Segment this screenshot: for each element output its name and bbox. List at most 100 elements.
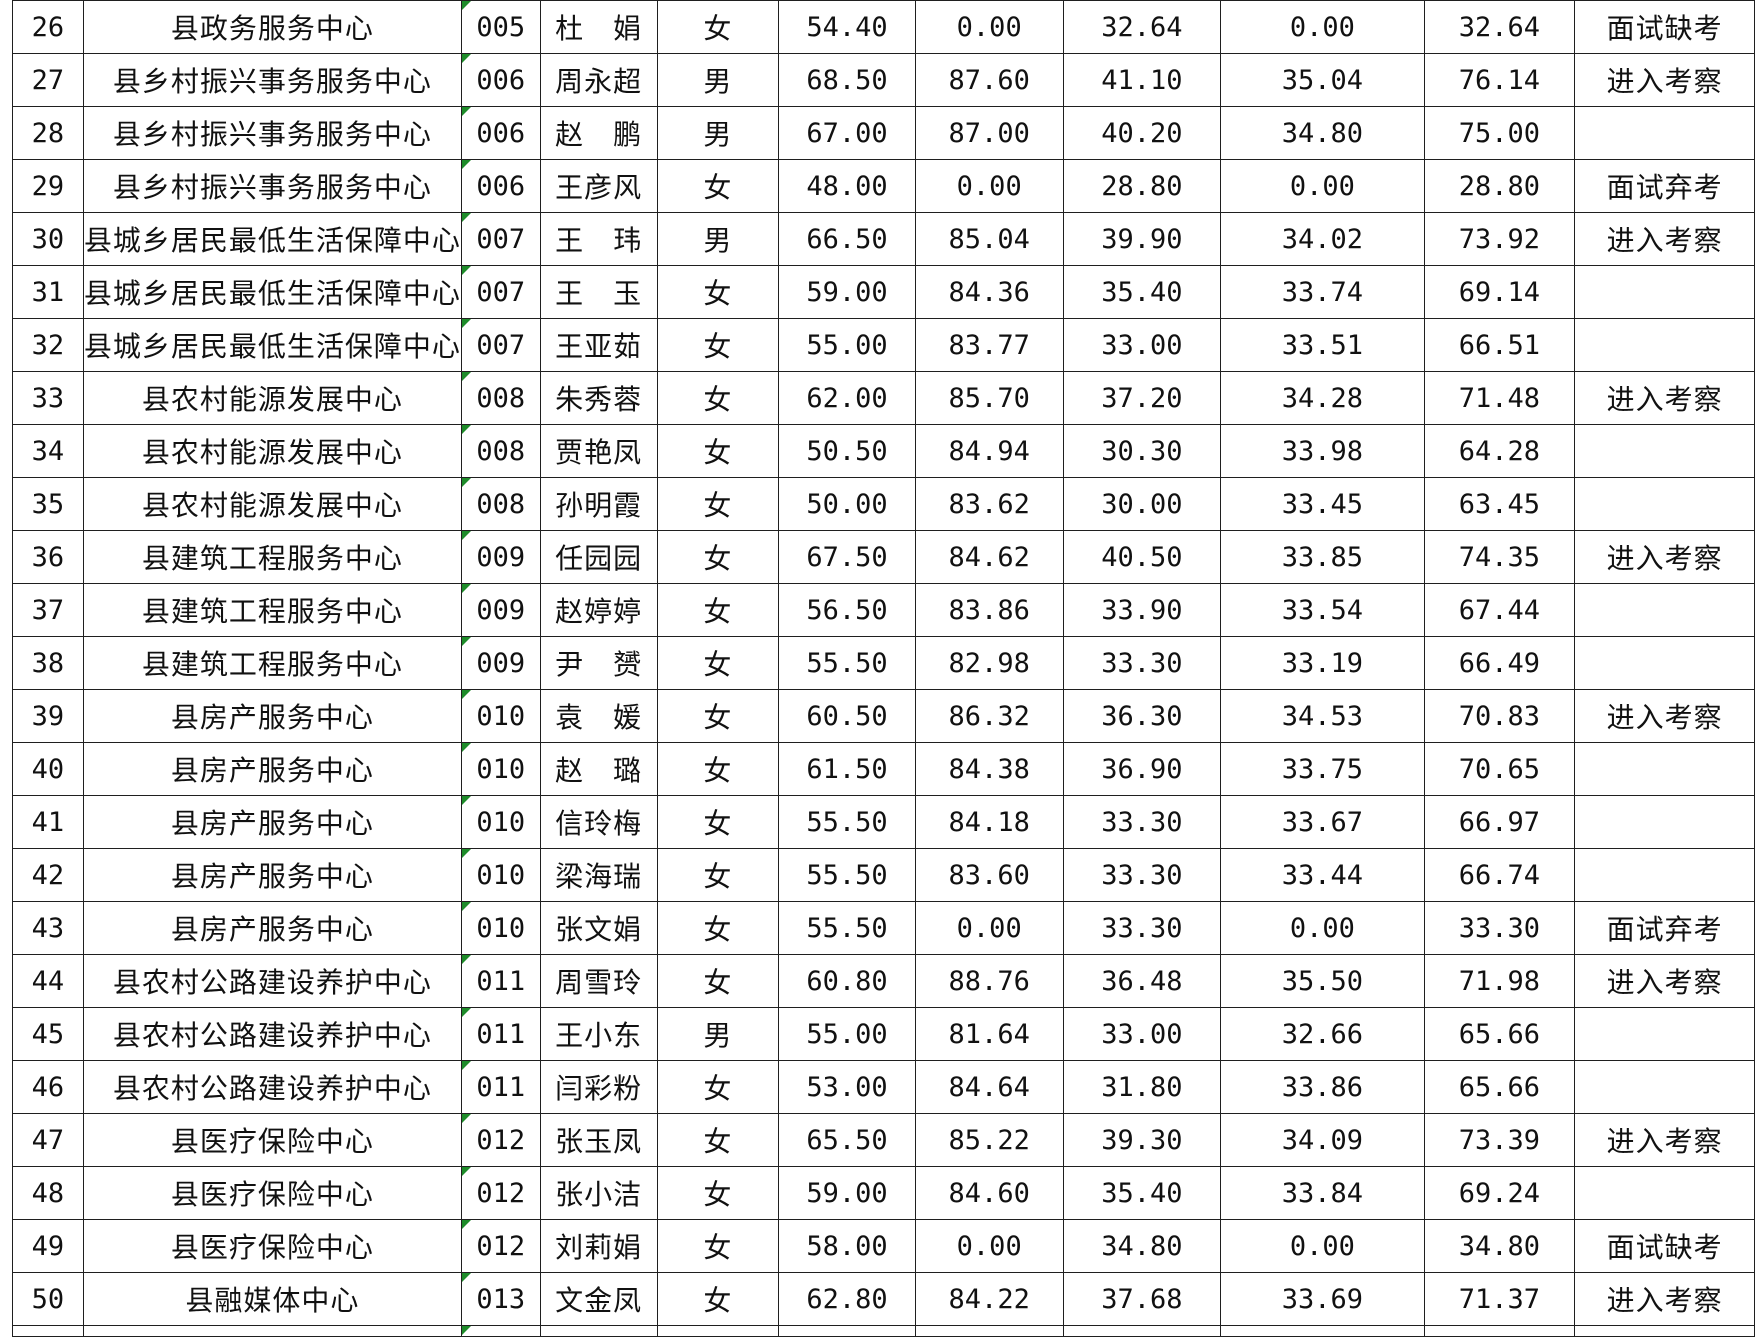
written-weighted-cell[interactable]: 39.30: [1062, 1113, 1222, 1167]
name-cell[interactable]: 任园园: [539, 530, 658, 584]
department-cell[interactable]: 县医疗保险中心: [82, 1166, 462, 1220]
interview-weighted-cell[interactable]: 0.00: [1220, 1219, 1425, 1273]
empty-cell[interactable]: [12, 1325, 84, 1337]
gender-cell[interactable]: 女: [656, 1166, 780, 1220]
row-number-cell[interactable]: 49: [12, 1219, 84, 1273]
row-number-cell[interactable]: 42: [12, 848, 84, 902]
interview-weighted-cell[interactable]: 35.04: [1220, 53, 1425, 107]
name-cell[interactable]: 赵 鹏: [539, 106, 658, 160]
interview-score-cell[interactable]: 84.18: [914, 795, 1064, 849]
interview-weighted-cell[interactable]: 33.51: [1220, 318, 1425, 372]
department-cell[interactable]: 县乡村振兴事务服务中心: [82, 106, 462, 160]
name-cell[interactable]: 信玲梅: [539, 795, 658, 849]
written-weighted-cell[interactable]: 30.30: [1062, 424, 1222, 478]
interview-weighted-cell[interactable]: 33.67: [1220, 795, 1425, 849]
written-weighted-cell[interactable]: 36.90: [1062, 742, 1222, 796]
row-number-cell[interactable]: 45: [12, 1007, 84, 1061]
position-code-cell[interactable]: 011: [460, 954, 541, 1008]
position-code-cell[interactable]: 013: [460, 1272, 541, 1326]
written-weighted-cell[interactable]: 36.48: [1062, 954, 1222, 1008]
remark-cell[interactable]: 面试弃考: [1574, 159, 1755, 213]
position-code-cell[interactable]: 006: [460, 106, 541, 160]
interview-score-cell[interactable]: 85.04: [914, 212, 1064, 266]
total-score-cell[interactable]: 73.39: [1423, 1113, 1576, 1167]
written-weighted-cell[interactable]: 37.20: [1062, 371, 1222, 425]
department-cell[interactable]: 县建筑工程服务中心: [82, 636, 462, 690]
position-code-cell[interactable]: 009: [460, 530, 541, 584]
remark-cell[interactable]: 进入考察: [1574, 1113, 1755, 1167]
interview-weighted-cell[interactable]: 34.80: [1220, 106, 1425, 160]
interview-score-cell[interactable]: 84.94: [914, 424, 1064, 478]
name-cell[interactable]: 王小东: [539, 1007, 658, 1061]
department-cell[interactable]: 县城乡居民最低生活保障中心: [82, 212, 462, 266]
gender-cell[interactable]: 女: [656, 1219, 780, 1273]
gender-cell[interactable]: 女: [656, 477, 780, 531]
empty-cell[interactable]: [539, 1325, 658, 1337]
remark-cell[interactable]: 面试缺考: [1574, 1219, 1755, 1273]
total-score-cell[interactable]: 70.65: [1423, 742, 1576, 796]
gender-cell[interactable]: 女: [656, 795, 780, 849]
total-score-cell[interactable]: 65.66: [1423, 1060, 1576, 1114]
written-weighted-cell[interactable]: 32.64: [1062, 0, 1222, 54]
department-cell[interactable]: 县农村能源发展中心: [82, 477, 462, 531]
row-number-cell[interactable]: 32: [12, 318, 84, 372]
position-code-cell[interactable]: 010: [460, 689, 541, 743]
gender-cell[interactable]: 女: [656, 318, 780, 372]
name-cell[interactable]: 王 玉: [539, 265, 658, 319]
name-cell[interactable]: 王彦风: [539, 159, 658, 213]
department-cell[interactable]: 县农村能源发展中心: [82, 371, 462, 425]
gender-cell[interactable]: 男: [656, 53, 780, 107]
department-cell[interactable]: 县房产服务中心: [82, 742, 462, 796]
written-score-cell[interactable]: 55.50: [778, 901, 916, 955]
interview-score-cell[interactable]: 83.86: [914, 583, 1064, 637]
interview-score-cell[interactable]: 84.64: [914, 1060, 1064, 1114]
gender-cell[interactable]: 女: [656, 742, 780, 796]
remark-cell[interactable]: [1574, 795, 1755, 849]
position-code-cell[interactable]: 006: [460, 53, 541, 107]
row-number-cell[interactable]: 39: [12, 689, 84, 743]
written-score-cell[interactable]: 55.50: [778, 848, 916, 902]
total-score-cell[interactable]: 63.45: [1423, 477, 1576, 531]
interview-weighted-cell[interactable]: 33.84: [1220, 1166, 1425, 1220]
department-cell[interactable]: 县融媒体中心: [82, 1272, 462, 1326]
interview-score-cell[interactable]: 85.22: [914, 1113, 1064, 1167]
total-score-cell[interactable]: 69.24: [1423, 1166, 1576, 1220]
interview-weighted-cell[interactable]: 0.00: [1220, 901, 1425, 955]
written-weighted-cell[interactable]: 37.68: [1062, 1272, 1222, 1326]
position-code-cell[interactable]: 012: [460, 1219, 541, 1273]
written-score-cell[interactable]: 65.50: [778, 1113, 916, 1167]
total-score-cell[interactable]: 70.83: [1423, 689, 1576, 743]
total-score-cell[interactable]: 32.64: [1423, 0, 1576, 54]
remark-cell[interactable]: [1574, 583, 1755, 637]
interview-weighted-cell[interactable]: 33.98: [1220, 424, 1425, 478]
gender-cell[interactable]: 男: [656, 212, 780, 266]
gender-cell[interactable]: 女: [656, 636, 780, 690]
row-number-cell[interactable]: 28: [12, 106, 84, 160]
department-cell[interactable]: 县农村公路建设养护中心: [82, 1060, 462, 1114]
department-cell[interactable]: 县政务服务中心: [82, 0, 462, 54]
row-number-cell[interactable]: 36: [12, 530, 84, 584]
position-code-cell[interactable]: 011: [460, 1007, 541, 1061]
row-number-cell[interactable]: 37: [12, 583, 84, 637]
written-weighted-cell[interactable]: 33.30: [1062, 848, 1222, 902]
department-cell[interactable]: 县房产服务中心: [82, 689, 462, 743]
remark-cell[interactable]: 进入考察: [1574, 1272, 1755, 1326]
empty-cell[interactable]: [778, 1325, 916, 1337]
interview-weighted-cell[interactable]: 33.69: [1220, 1272, 1425, 1326]
position-code-cell[interactable]: 010: [460, 901, 541, 955]
department-cell[interactable]: 县乡村振兴事务服务中心: [82, 159, 462, 213]
written-score-cell[interactable]: 53.00: [778, 1060, 916, 1114]
total-score-cell[interactable]: 75.00: [1423, 106, 1576, 160]
remark-cell[interactable]: [1574, 106, 1755, 160]
written-weighted-cell[interactable]: 33.30: [1062, 636, 1222, 690]
name-cell[interactable]: 周雪玲: [539, 954, 658, 1008]
row-number-cell[interactable]: 30: [12, 212, 84, 266]
remark-cell[interactable]: 面试弃考: [1574, 901, 1755, 955]
row-number-cell[interactable]: 35: [12, 477, 84, 531]
total-score-cell[interactable]: 73.92: [1423, 212, 1576, 266]
gender-cell[interactable]: 女: [656, 954, 780, 1008]
department-cell[interactable]: 县医疗保险中心: [82, 1113, 462, 1167]
gender-cell[interactable]: 女: [656, 583, 780, 637]
written-score-cell[interactable]: 67.00: [778, 106, 916, 160]
interview-score-cell[interactable]: 88.76: [914, 954, 1064, 1008]
